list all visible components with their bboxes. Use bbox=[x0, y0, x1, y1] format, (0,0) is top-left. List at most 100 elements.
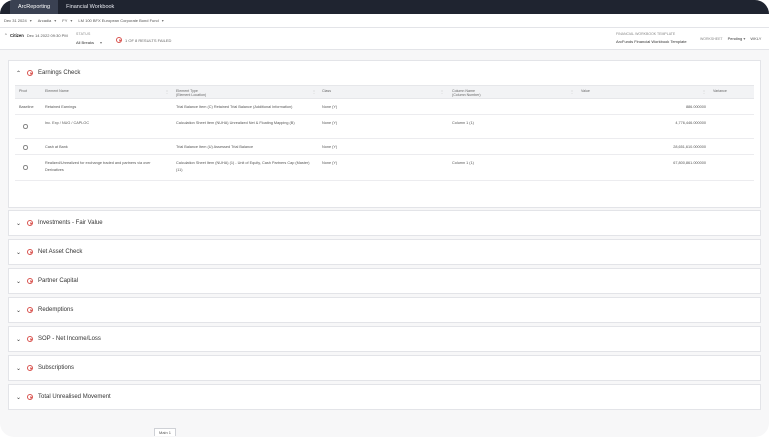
failed-results: 1 OF 8 RESULTS FAILED bbox=[116, 37, 171, 43]
cell-element-type: Calculation Sheet Item (NUHA) Unrealized… bbox=[176, 121, 295, 125]
cell-value: 886.000000 bbox=[685, 105, 706, 109]
cell-element-name: Cash at Bank bbox=[45, 145, 68, 149]
worksheet-value: Pending bbox=[727, 36, 743, 41]
table-row[interactable]: Cash at Bank Trial Balance Item (U) Asse… bbox=[15, 139, 754, 155]
fail-icon bbox=[27, 307, 33, 313]
tab-financial-workbook[interactable]: Financial Workbook bbox=[58, 0, 122, 14]
col-header-element-name[interactable]: Element Name bbox=[45, 89, 69, 93]
col-header-class[interactable]: Class bbox=[322, 89, 331, 93]
chevron-down-icon[interactable]: ⌄ bbox=[15, 220, 22, 227]
fund-select[interactable]: LM 100 BFX European Corporate Bond Fund ▾ bbox=[78, 18, 163, 23]
col-header-subtext: (Column Number) bbox=[452, 93, 481, 97]
worksheet-select[interactable]: Pending ▾ bbox=[728, 36, 746, 41]
col-header-element-type[interactable]: Element Type (Element Location) bbox=[176, 89, 206, 97]
cell-element-name: Inc. Exp / NUG / CAPLOC bbox=[45, 121, 90, 125]
sheet-tab-label: Main 1 bbox=[159, 430, 172, 435]
fail-icon bbox=[116, 37, 122, 43]
table-row[interactable]: Inc. Exp / NUG / CAPLOC Calculation Shee… bbox=[15, 115, 754, 139]
table-row[interactable]: Realized/Unrealized for exchange traded … bbox=[15, 155, 754, 181]
app-window: ArcReporting Financial Workbook Dec 31 2… bbox=[0, 0, 769, 437]
fund-value: LM 100 BFX European Corporate Bond Fund bbox=[78, 18, 159, 23]
section-header[interactable]: ⌄ Redemptions bbox=[9, 298, 760, 322]
cell-class: None (Y) bbox=[322, 145, 338, 149]
col-header-variance[interactable]: Variance bbox=[713, 89, 727, 93]
cell-column: Column 1 (1) bbox=[452, 121, 474, 125]
chevron-up-icon[interactable]: ⌃ bbox=[15, 70, 22, 77]
template-value: ArcFunds Financial Workbook Template bbox=[616, 39, 687, 44]
chevron-down-icon: ▾ bbox=[743, 36, 746, 41]
scope-select[interactable]: Arcadia ▾ bbox=[38, 18, 57, 23]
chevron-down-icon[interactable]: ⌄ bbox=[15, 365, 22, 372]
chevron-down-icon[interactable]: ⌄ bbox=[15, 336, 22, 343]
section-header[interactable]: ⌄ Total Unrealised Movement bbox=[9, 385, 760, 409]
section-title: Investments - Fair Value bbox=[38, 220, 103, 226]
chevron-down-icon: ▾ bbox=[70, 18, 73, 23]
timestamp: Dec 14 2022 09:30 PM bbox=[26, 32, 68, 38]
chevron-down-icon[interactable]: ⌄ bbox=[15, 278, 22, 285]
failed-results-text: 1 OF 8 RESULTS FAILED bbox=[125, 37, 172, 43]
col-header-value[interactable]: Value bbox=[581, 89, 590, 93]
chevron-down-icon: ▾ bbox=[100, 40, 103, 45]
section-header[interactable]: ⌄ SOP - Net Income/Loss bbox=[9, 327, 760, 351]
filter-bar: Dec 31 2024 ▾ Arcadia ▾ FY ▾ LM 100 BFX Eur… bbox=[0, 14, 769, 28]
section-net-asset-check: ⌄ Net Asset Check bbox=[8, 239, 761, 265]
status-filter: STATUS All Breaks ▾ bbox=[76, 32, 102, 45]
status-select[interactable]: All Breaks ▾ bbox=[76, 40, 102, 45]
row-radio[interactable] bbox=[23, 165, 28, 173]
cell-value: 67,800,861.000000 bbox=[673, 161, 706, 165]
column-menu-icon[interactable]: ⋮ bbox=[570, 89, 574, 94]
section-total-unrealised-movement: ⌄ Total Unrealised Movement bbox=[8, 384, 761, 410]
cell-value: 4,776,446.000000 bbox=[675, 121, 706, 125]
cell-element-name: Realized/Unrealized for exchange traded … bbox=[45, 161, 151, 172]
cell-element-type: Calculation Sheet Item (NUHA) (1) - Unit… bbox=[176, 161, 310, 172]
worksheet-info: WORKSHEET Pending ▾ WKLY bbox=[700, 36, 761, 41]
cell-element-name: Retained Earnings bbox=[45, 105, 77, 109]
fail-icon bbox=[27, 365, 33, 371]
date-select[interactable]: Dec 31 2024 ▾ bbox=[4, 18, 32, 23]
section-investments-fair-value: ⌄ Investments - Fair Value bbox=[8, 210, 761, 236]
col-header-subtext: (Element Location) bbox=[176, 93, 207, 97]
top-tab-bar: ArcReporting Financial Workbook bbox=[0, 0, 769, 14]
column-menu-icon[interactable]: ⋮ bbox=[440, 89, 444, 94]
scope-value: Arcadia bbox=[37, 18, 52, 23]
earnings-table: Pivot Element Name ⋮ Element Type (Elemen… bbox=[15, 85, 754, 181]
more-label: WKLY bbox=[750, 36, 762, 41]
row-radio[interactable] bbox=[23, 124, 28, 132]
row-radio[interactable] bbox=[23, 145, 28, 153]
date-value: Dec 31 2024 bbox=[4, 18, 27, 23]
period-value: FY bbox=[62, 18, 68, 23]
section-header[interactable]: ⌄ Investments - Fair Value bbox=[9, 211, 760, 235]
template-label: FINANCIAL WORKBOOK TEMPLATE bbox=[616, 32, 676, 36]
chevron-down-icon[interactable]: ⌄ bbox=[15, 394, 22, 401]
fail-icon bbox=[27, 336, 33, 342]
chevron-down-icon: ▾ bbox=[54, 18, 57, 23]
tab-label: Financial Workbook bbox=[66, 4, 115, 10]
chevron-down-icon[interactable]: ⌄ bbox=[15, 249, 22, 256]
earnings-check-panel: ⌃ Earnings Check Pivot Element Name ⋮ El… bbox=[8, 60, 761, 208]
cell-column: Column 1 (1) bbox=[452, 161, 474, 165]
table-row[interactable]: Baseline Retained Earnings Trial Balance… bbox=[15, 99, 754, 115]
section-header[interactable]: ⌄ Partner Capital bbox=[9, 269, 760, 293]
col-header-pivot: Pivot bbox=[19, 89, 27, 93]
fail-icon bbox=[27, 249, 33, 255]
cell-value: 28,651,610.000000 bbox=[673, 145, 706, 149]
tab-arcreporting[interactable]: ArcReporting bbox=[10, 0, 59, 14]
sheet-tab-main[interactable]: Main 1 bbox=[154, 428, 177, 436]
cell-element-type: Trial Balance Item (U) Assessed Trial Ba… bbox=[176, 145, 254, 149]
earnings-check-header[interactable]: ⌃ Earnings Check bbox=[9, 61, 760, 85]
user-info: ◔ Citizen Dec 14 2022 09:30 PM bbox=[4, 32, 68, 38]
cell-pivot: Baseline bbox=[19, 105, 34, 109]
column-menu-icon[interactable]: ⋮ bbox=[165, 89, 169, 94]
column-menu-icon[interactable]: ⋮ bbox=[702, 89, 706, 94]
column-menu-icon[interactable]: ⋮ bbox=[312, 89, 316, 94]
tab-label: ArcReporting bbox=[18, 4, 51, 10]
period-select[interactable]: FY ▾ bbox=[62, 18, 72, 23]
worksheet-label: WORKSHEET bbox=[700, 36, 723, 41]
status-value: All Breaks bbox=[76, 40, 95, 45]
cell-class: None (Y) bbox=[322, 161, 338, 165]
section-title: Earnings Check bbox=[38, 70, 81, 76]
section-header[interactable]: ⌄ Subscriptions bbox=[9, 356, 760, 380]
chevron-down-icon[interactable]: ⌄ bbox=[15, 307, 22, 314]
col-header-column-name[interactable]: Column Name (Column Number) bbox=[452, 89, 481, 97]
section-header[interactable]: ⌄ Net Asset Check bbox=[9, 240, 760, 264]
